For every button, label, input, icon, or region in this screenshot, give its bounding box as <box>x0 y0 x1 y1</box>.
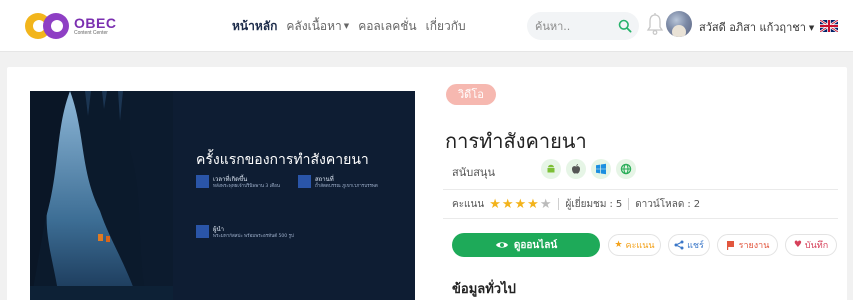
view-online-label: ดูออนไลน์ <box>513 239 558 251</box>
general-info-heading: ข้อมูลทั่วไป <box>452 282 516 297</box>
star-icon: ★ <box>614 240 623 250</box>
star-filled-icon: ★ <box>514 196 528 212</box>
search-box <box>527 12 639 40</box>
star-filled-icon: ★ <box>501 196 515 212</box>
media-card: ครั้งแรกของการทำสังคายนา เวลาที่เกิดขึ้น… <box>7 67 847 300</box>
thumbnail-info-time: เวลาที่เกิดขึ้น หลังพระพุทธเจ้าปรินิพพาน… <box>196 175 303 190</box>
platform-list <box>541 159 636 179</box>
logo-text: OBEC Content Center <box>74 16 116 36</box>
flag-report-icon <box>726 241 734 250</box>
thumbnail-info-leader: ผู้นำ พระมหากัสสปะ พร้อมพระอรหันต์ 500 ร… <box>196 225 303 240</box>
star-filled-icon: ★ <box>527 196 540 212</box>
cave-illustration <box>30 91 173 300</box>
divider <box>628 198 630 210</box>
main-nav: หน้าหลัก คลังเนื้อหา ▼ คอลเลคชั่น เกี่ยวก… <box>232 17 466 36</box>
rating-label: คะแนน <box>452 198 485 210</box>
nav-content-library[interactable]: คลังเนื้อหา ▼ <box>286 17 349 36</box>
media-title: การทำสังคายนา <box>445 129 587 153</box>
top-header: OBEC Content Center หน้าหลัก คลังเนื้อหา… <box>0 0 853 52</box>
web-icon <box>616 159 636 179</box>
star-filled-icon: ★ <box>489 196 502 212</box>
logo-mark-purple <box>43 13 69 39</box>
downloads-count: 2 <box>693 198 701 210</box>
report-button[interactable]: รายงาน <box>717 234 778 256</box>
user-name: สวัสดี อภิสา แก้วฤาชา <box>699 21 806 34</box>
nav-collection[interactable]: คอลเลคชั่น <box>358 17 416 36</box>
windows-icon <box>591 159 611 179</box>
site-logo[interactable]: OBEC Content Center <box>25 11 116 41</box>
type-badge: วิดีโอ <box>446 84 496 105</box>
views-count: 5 <box>615 198 623 210</box>
logo-main-text: OBEC <box>74 15 117 31</box>
bell-icon[interactable] <box>646 12 664 36</box>
thumbnail-title: ครั้งแรกของการทำสังคายนา <box>196 152 369 168</box>
rating-stars: ★★★★★ <box>489 197 552 212</box>
nav-about[interactable]: เกี่ยวกับ <box>426 17 466 36</box>
star-empty-icon: ★ <box>539 196 553 212</box>
search-icon[interactable] <box>618 19 632 33</box>
caret-down-icon: ▼ <box>808 24 815 32</box>
android-icon <box>541 159 561 179</box>
support-label: สนับสนุน <box>452 166 495 179</box>
rate-button[interactable]: ★ คะแนน <box>608 234 661 256</box>
heart-icon: ♥ <box>793 240 802 250</box>
downloads-label: ดาวน์โหลด <box>635 198 685 210</box>
share-button[interactable]: แชร์ <box>668 234 710 256</box>
logo-sub-text: Content Center <box>74 30 108 36</box>
share-icon <box>674 240 684 250</box>
caret-down-icon: ▼ <box>343 22 350 30</box>
view-online-button[interactable]: ดูออนไลน์ <box>452 233 600 257</box>
divider <box>558 198 560 210</box>
search-input[interactable] <box>535 17 615 35</box>
action-bar: ดูออนไลน์ ★ คะแนน แชร์ รายงาน ♥ บันทึก <box>443 233 838 257</box>
eye-icon <box>495 242 508 248</box>
uk-flag-icon[interactable] <box>820 20 838 32</box>
save-button[interactable]: ♥ บันทึก <box>785 234 837 256</box>
thumbnail-info-place: สถานที่ ถ้ำสัตตบรรณ ภูเขาเวภารบรรพต <box>298 175 405 190</box>
stats-bar: คะแนน ★★★★★ ผู้เยี่ยมชม : 5 ดาวน์โหลด : … <box>443 189 838 219</box>
video-thumbnail[interactable]: ครั้งแรกของการทำสังคายนา เวลาที่เกิดขึ้น… <box>30 91 415 300</box>
apple-icon <box>566 159 586 179</box>
views-label: ผู้เยี่ยมชม <box>565 198 607 210</box>
nav-home[interactable]: หน้าหลัก <box>232 17 277 36</box>
avatar[interactable] <box>666 11 692 37</box>
user-menu[interactable]: สวัสดี อภิสา แก้วฤาชา ▼ <box>699 18 814 36</box>
